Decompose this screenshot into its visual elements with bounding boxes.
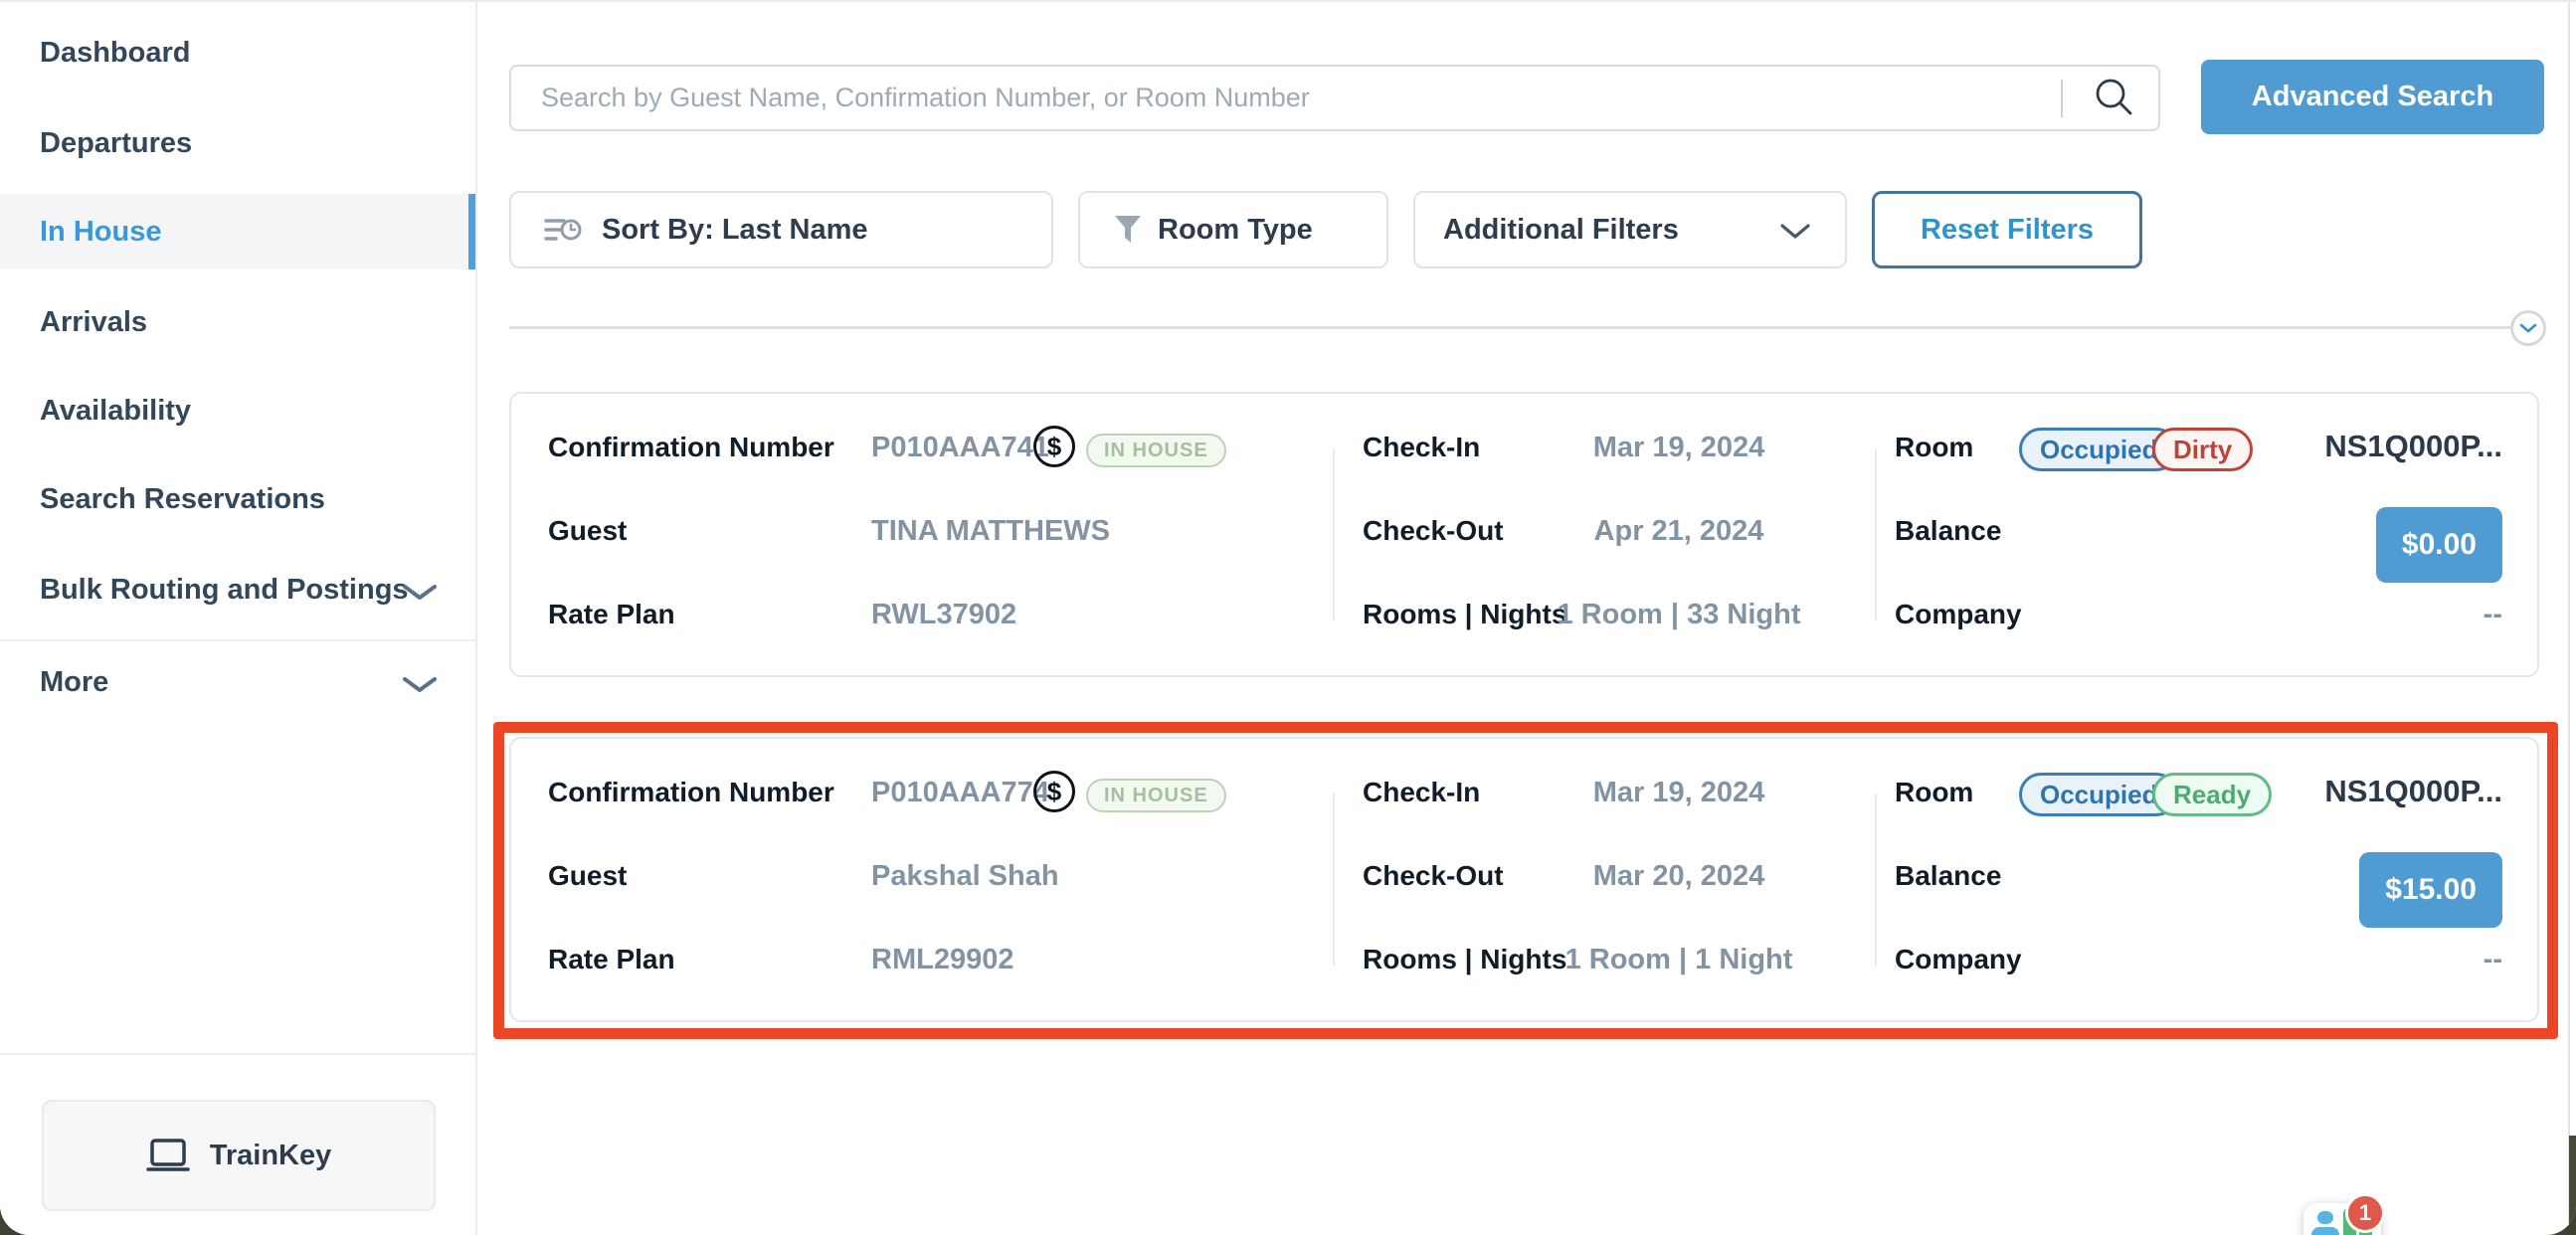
in-house-status-badge: IN HOUSE bbox=[1086, 779, 1226, 812]
room-number-value: NS1Q000P... bbox=[2324, 424, 2502, 469]
balance-label: Balance bbox=[1895, 856, 2001, 896]
room-type-filter-button[interactable]: Room Type bbox=[1078, 191, 1388, 268]
card-column-divider bbox=[1333, 794, 1335, 966]
search-divider bbox=[2061, 80, 2063, 117]
check-in-label: Check-In bbox=[1363, 428, 1480, 467]
app-logo-shape bbox=[2311, 1227, 2339, 1235]
rate-plan-label: Rate Plan bbox=[548, 940, 675, 979]
sidebar-item-label: In House bbox=[40, 216, 161, 249]
reservation-card[interactable]: Confirmation Number P010AAA741 $ IN HOUS… bbox=[509, 392, 2539, 677]
guest-label: Guest bbox=[548, 856, 627, 896]
room-type-label: Room Type bbox=[1158, 214, 1313, 247]
sort-by-label: Sort By: Last Name bbox=[602, 214, 868, 247]
company-label: Company bbox=[1895, 595, 2022, 634]
sidebar-item-search-reservations[interactable]: Search Reservations bbox=[0, 469, 475, 529]
search-icon[interactable] bbox=[2091, 74, 2138, 121]
sidebar-item-label: Dashboard bbox=[40, 37, 190, 70]
rate-plan-value: RML29902 bbox=[871, 940, 1013, 979]
reset-filters-button[interactable]: Reset Filters bbox=[1872, 191, 2142, 268]
additional-filters-label: Additional Filters bbox=[1443, 214, 1679, 247]
sidebar-item-availability[interactable]: Availability bbox=[0, 381, 475, 441]
payment-dollar-icon[interactable]: $ bbox=[1033, 771, 1075, 812]
sidebar-item-label: Departures bbox=[40, 127, 192, 160]
check-in-value: Mar 19, 2024 bbox=[1530, 773, 1828, 812]
sidebar-item-label: Arrivals bbox=[40, 306, 147, 339]
collapse-toggle-button[interactable] bbox=[2510, 310, 2546, 346]
trainkey-button[interactable]: TrainKey bbox=[42, 1100, 436, 1211]
confirmation-number-value: P010AAA774 bbox=[871, 773, 1049, 812]
payment-dollar-icon[interactable]: $ bbox=[1033, 426, 1075, 467]
sidebar-item-label: Availability bbox=[40, 395, 191, 428]
sidebar: Dashboard Departures In House Arrivals A… bbox=[0, 2, 477, 1235]
sidebar-item-label: More bbox=[40, 666, 108, 699]
rate-plan-value: RWL37902 bbox=[871, 595, 1016, 634]
check-in-value: Mar 19, 2024 bbox=[1530, 428, 1828, 467]
balance-label: Balance bbox=[1895, 511, 2001, 551]
window-edge-shadow bbox=[2569, 1136, 2576, 1235]
reset-filters-label: Reset Filters bbox=[1921, 214, 2094, 247]
additional-filters-dropdown[interactable]: Additional Filters bbox=[1413, 191, 1847, 268]
sort-by-button[interactable]: Sort By: Last Name bbox=[509, 191, 1053, 268]
rooms-nights-value: 1 Room | 33 Night bbox=[1530, 595, 1828, 634]
guest-value: Pakshal Shah bbox=[871, 856, 1059, 896]
sidebar-item-in-house[interactable]: In House bbox=[0, 194, 475, 269]
reservation-card[interactable]: Confirmation Number P010AAA774 $ IN HOUS… bbox=[509, 737, 2539, 1022]
card-column-divider bbox=[1875, 448, 1877, 620]
housekeeping-status-pill: Dirty bbox=[2152, 428, 2253, 471]
housekeeping-status-pill: Ready bbox=[2152, 773, 2272, 816]
room-number-value: NS1Q000P... bbox=[2324, 769, 2502, 814]
sidebar-item-departures[interactable]: Departures bbox=[0, 113, 475, 173]
sidebar-item-dashboard[interactable]: Dashboard bbox=[0, 23, 475, 83]
sidebar-item-bulk-routing[interactable]: Bulk Routing and Postings bbox=[0, 560, 475, 619]
sidebar-item-label: Search Reservations bbox=[40, 483, 325, 516]
balance-button[interactable]: $15.00 bbox=[2359, 852, 2502, 928]
room-label: Room bbox=[1895, 773, 1973, 812]
section-divider bbox=[509, 326, 2512, 329]
card-column-divider bbox=[1875, 794, 1877, 966]
chevron-down-icon bbox=[1779, 224, 1811, 240]
chevron-down-icon bbox=[402, 584, 438, 602]
confirmation-number-label: Confirmation Number bbox=[548, 428, 834, 467]
room-label: Room bbox=[1895, 428, 1973, 467]
chevron-down-icon bbox=[2519, 323, 2537, 333]
app-logo-shape bbox=[2317, 1211, 2333, 1224]
company-label: Company bbox=[1895, 940, 2022, 979]
company-value: -- bbox=[2484, 940, 2502, 979]
check-out-label: Check-Out bbox=[1363, 856, 1504, 896]
check-in-label: Check-In bbox=[1363, 773, 1480, 812]
balance-button[interactable]: $0.00 bbox=[2376, 507, 2502, 583]
funnel-icon bbox=[1114, 215, 1142, 245]
app-window: Dashboard Departures In House Arrivals A… bbox=[0, 0, 2576, 1235]
advanced-search-button[interactable]: Advanced Search bbox=[2201, 60, 2544, 134]
in-house-status-badge: IN HOUSE bbox=[1086, 434, 1226, 467]
window-edge-line bbox=[2568, 2, 2570, 1235]
check-out-label: Check-Out bbox=[1363, 511, 1504, 551]
confirmation-number-value: P010AAA741 bbox=[871, 428, 1049, 467]
sidebar-item-more[interactable]: More bbox=[0, 652, 475, 712]
confirmation-number-label: Confirmation Number bbox=[548, 773, 834, 812]
card-column-divider bbox=[1333, 448, 1335, 620]
sidebar-item-arrivals[interactable]: Arrivals bbox=[0, 292, 475, 352]
check-out-value: Apr 21, 2024 bbox=[1530, 511, 1828, 551]
rate-plan-label: Rate Plan bbox=[548, 595, 675, 634]
sidebar-item-label: Bulk Routing and Postings bbox=[40, 574, 409, 607]
sidebar-divider bbox=[0, 639, 475, 641]
chevron-down-icon bbox=[402, 676, 438, 694]
sort-icon bbox=[544, 214, 582, 246]
active-indicator-bar bbox=[468, 194, 475, 269]
rooms-nights-value: 1 Room | 1 Night bbox=[1530, 940, 1828, 979]
search-input[interactable] bbox=[509, 65, 2160, 131]
sidebar-divider bbox=[0, 1053, 475, 1055]
check-out-value: Mar 20, 2024 bbox=[1530, 856, 1828, 896]
guest-value: TINA MATTHEWS bbox=[871, 511, 1110, 551]
guest-label: Guest bbox=[548, 511, 627, 551]
notification-badge[interactable]: 1 bbox=[2345, 1193, 2385, 1233]
laptop-icon bbox=[146, 1138, 190, 1173]
company-value: -- bbox=[2484, 595, 2502, 634]
trainkey-label: TrainKey bbox=[210, 1140, 332, 1172]
